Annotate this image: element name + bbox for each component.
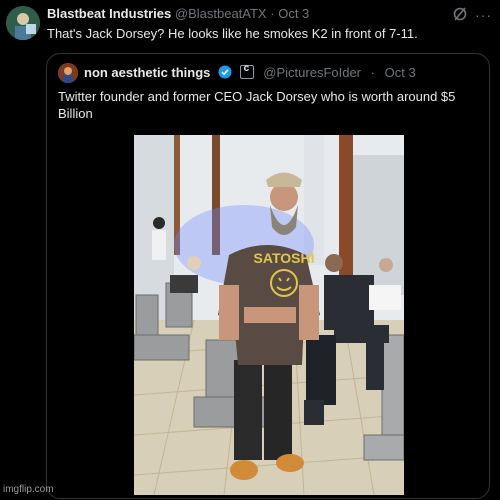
tweet-header: Blastbeat Industries @BlastbeatATX · Oct…	[47, 6, 309, 21]
quoted-text: Twitter founder and former CEO Jack Dors…	[58, 89, 456, 121]
quoted-tweet[interactable]: non aesthetic things @PicturesFoIder · O…	[46, 53, 490, 499]
watermark: imgflip.com	[3, 484, 54, 495]
handle[interactable]: @BlastbeatATX	[175, 6, 267, 21]
quoted-timestamp[interactable]: Oct 3	[385, 65, 416, 80]
tweet-photo[interactable]: SATOSHI	[134, 135, 404, 495]
timestamp[interactable]: Oct 3	[278, 6, 309, 21]
verified-badge-icon	[218, 65, 232, 79]
quoted-header: non aesthetic things @PicturesFoIder · O…	[84, 63, 416, 80]
separator: ·	[270, 6, 275, 21]
tweet-text: That's Jack Dorsey? He looks like he smo…	[47, 26, 418, 41]
affiliation-badge-icon	[239, 63, 254, 79]
quoted-display-name[interactable]: non aesthetic things	[84, 65, 210, 80]
avatar[interactable]	[6, 6, 40, 40]
display-name[interactable]: Blastbeat Industries	[47, 6, 171, 21]
more-options-icon[interactable]: ···	[475, 7, 492, 23]
shirt-text: SATOSHI	[254, 250, 315, 266]
grok-icon[interactable]	[452, 6, 468, 22]
quoted-separator: ·	[370, 65, 375, 80]
quoted-avatar[interactable]	[58, 63, 78, 83]
tweet: Blastbeat Industries @BlastbeatATX · Oct…	[0, 0, 500, 500]
quoted-handle[interactable]: @PicturesFoIder	[263, 65, 361, 80]
